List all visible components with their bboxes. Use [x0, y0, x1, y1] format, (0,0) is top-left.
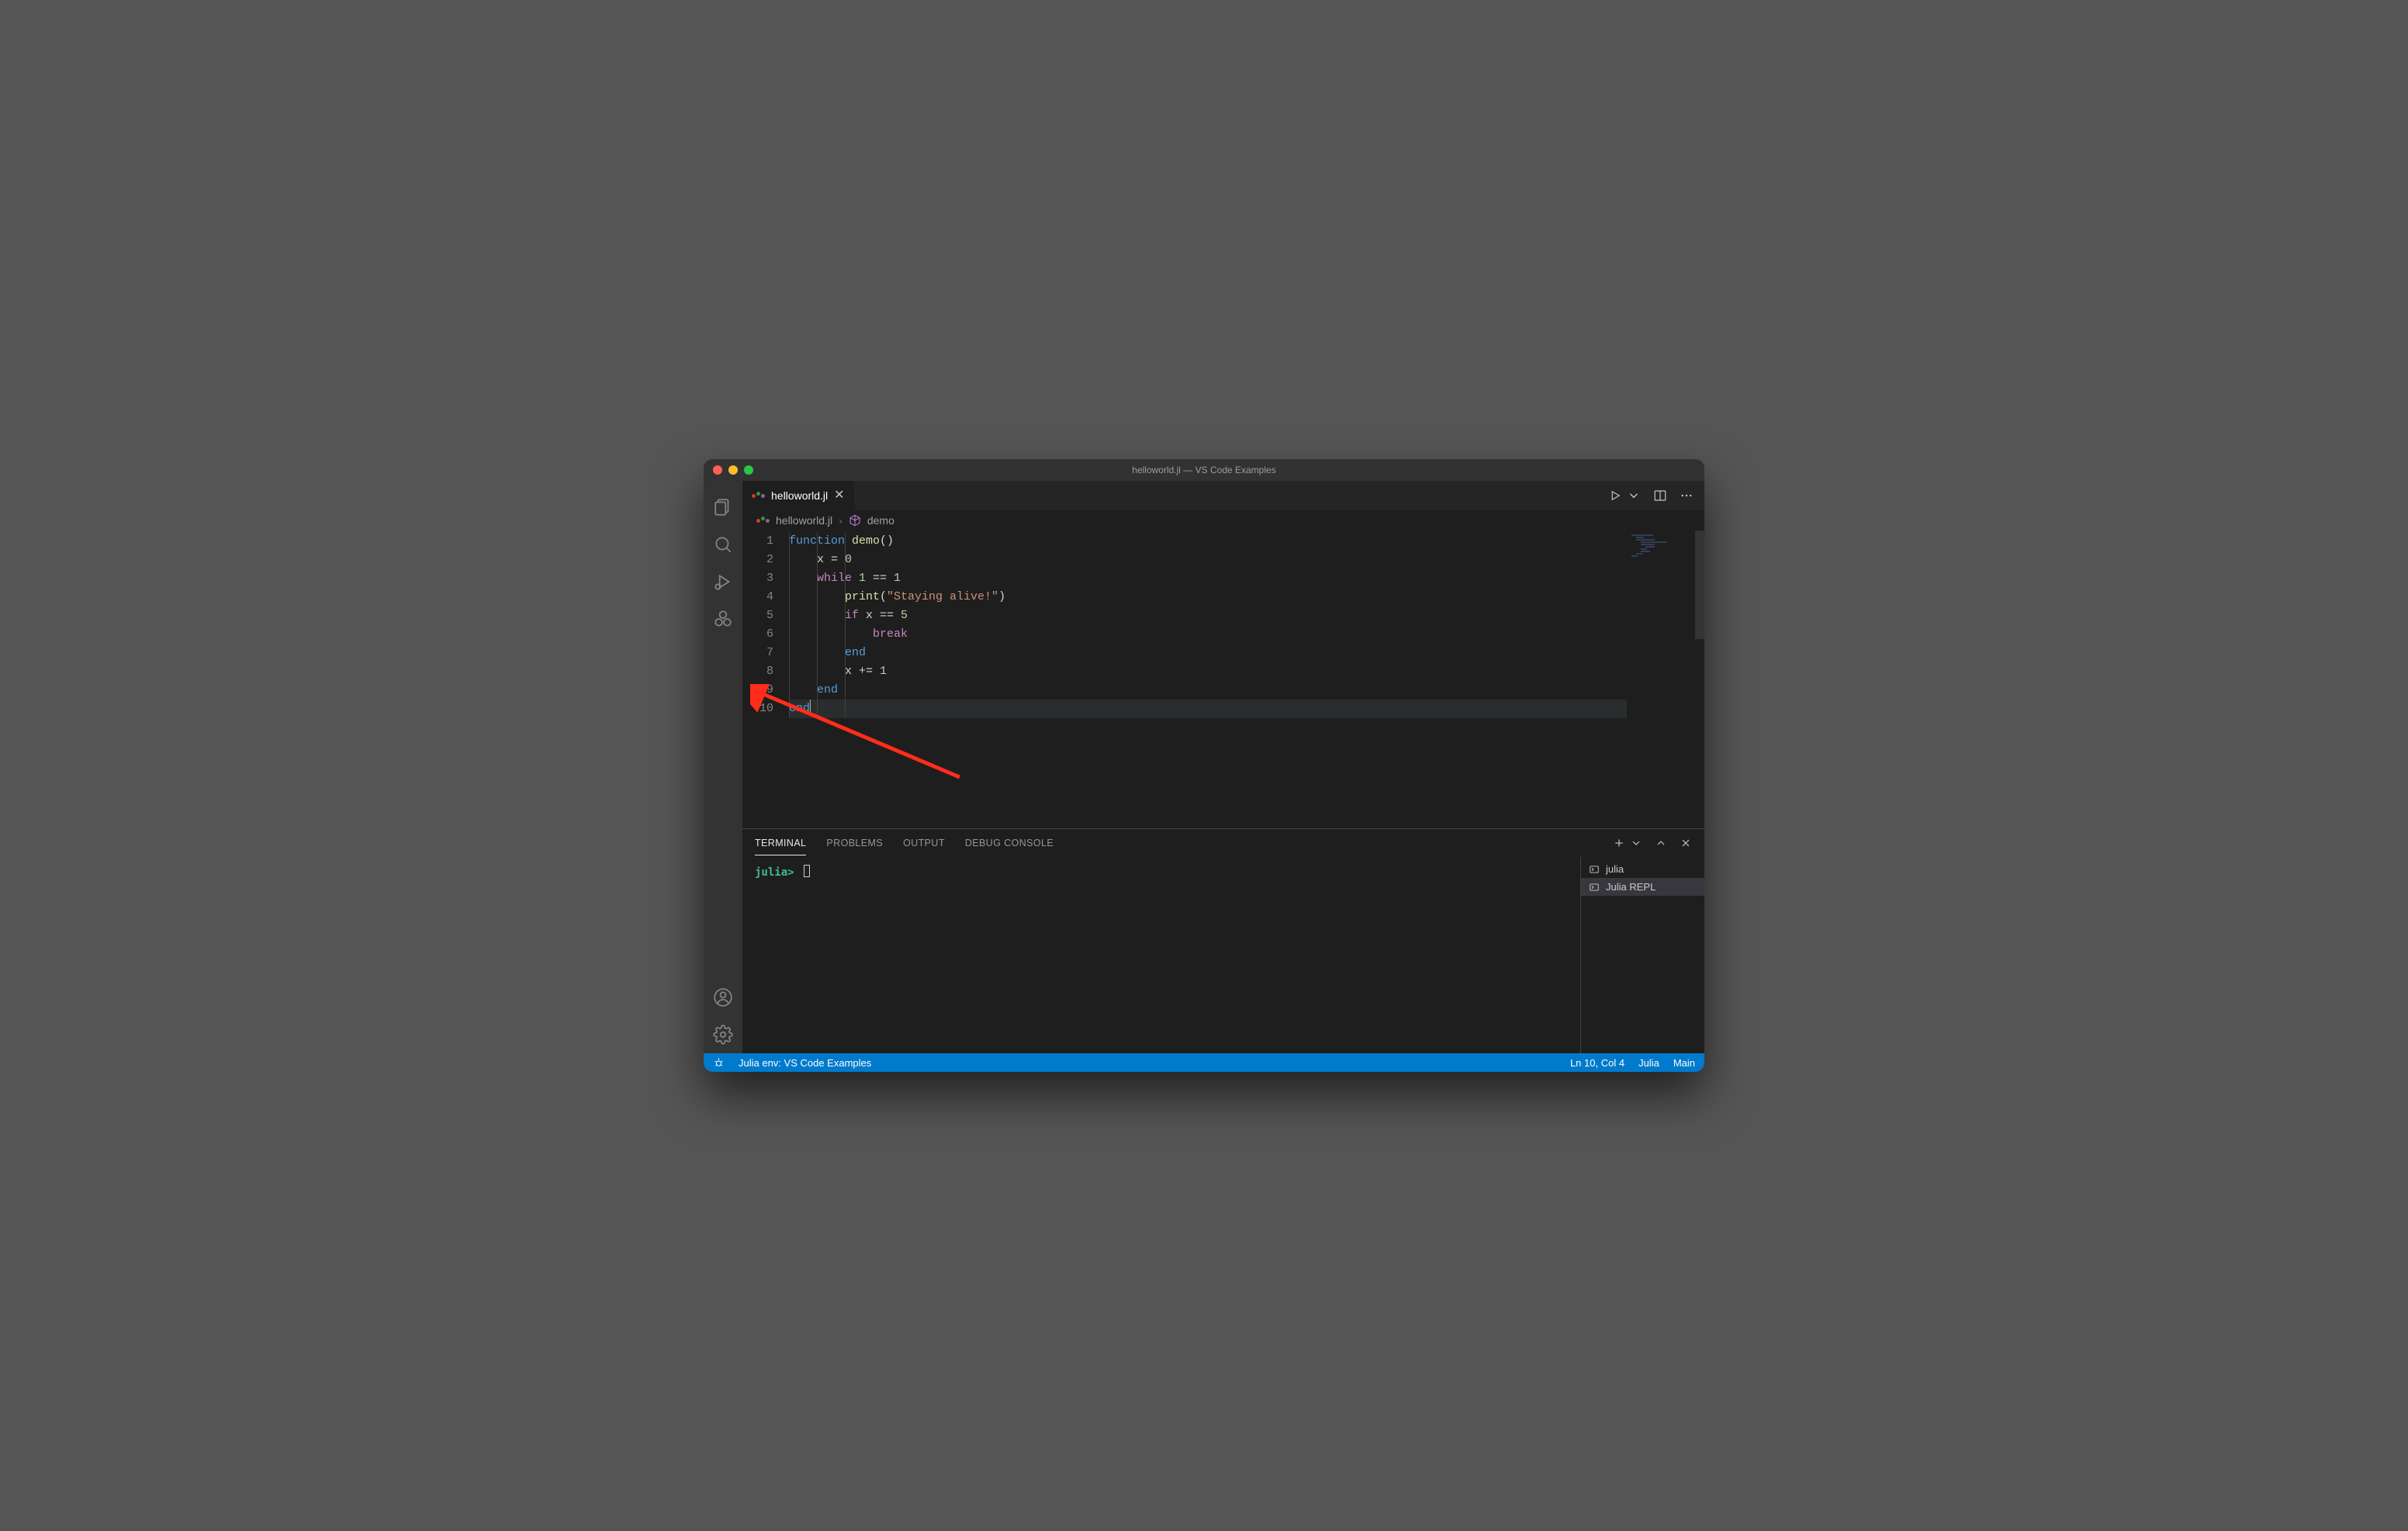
- activity-bar: [704, 481, 742, 1053]
- line-number-gutter: 12345678910: [742, 532, 789, 828]
- line-number: 8: [742, 662, 773, 681]
- window-title: helloworld.jl — VS Code Examples: [704, 465, 1704, 475]
- explorer-icon[interactable]: [704, 489, 742, 526]
- panel-tab-terminal[interactable]: TERMINAL: [755, 831, 806, 855]
- status-bar: Julia env: VS Code Examples Ln 10, Col 4…: [704, 1053, 1704, 1072]
- more-actions-icon[interactable]: [1680, 489, 1694, 503]
- new-terminal-icon[interactable]: [1613, 837, 1625, 849]
- julia-file-icon: [752, 494, 765, 498]
- status-debug-icon[interactable]: [713, 1057, 725, 1069]
- tab-filename: helloworld.jl: [771, 489, 828, 502]
- terminal-dropdown-icon[interactable]: [1630, 837, 1642, 849]
- code-line[interactable]: function demo(): [789, 532, 1627, 551]
- minimap[interactable]: [1627, 530, 1704, 828]
- run-debug-icon[interactable]: [704, 563, 742, 600]
- panel-tab-debug-console[interactable]: DEBUG CONSOLE: [965, 831, 1054, 855]
- tab-close-icon[interactable]: ✕: [834, 489, 844, 502]
- minimap-viewport[interactable]: [1695, 530, 1704, 639]
- terminal-list-item-julia-repl[interactable]: Julia REPL: [1581, 878, 1704, 896]
- status-git-branch[interactable]: Main: [1673, 1057, 1695, 1069]
- code-line[interactable]: x += 1: [789, 662, 1627, 681]
- code-area[interactable]: function demo()x = 0while 1 == 1print("S…: [789, 532, 1627, 828]
- run-file-icon[interactable]: [1608, 489, 1622, 503]
- vscode-window: helloworld.jl — VS Code Examples: [704, 459, 1704, 1072]
- split-editor-icon[interactable]: [1653, 489, 1667, 503]
- breadcrumb-symbol: demo: [867, 514, 894, 527]
- code-line[interactable]: print("Staying alive!"): [789, 588, 1627, 607]
- window-minimize-button[interactable]: [728, 465, 738, 475]
- line-number: 1: [742, 532, 773, 551]
- window-maximize-button[interactable]: [744, 465, 753, 475]
- line-number: 10: [742, 700, 773, 718]
- breadcrumb-file: helloworld.jl: [776, 514, 832, 527]
- code-line[interactable]: end: [789, 700, 1627, 718]
- chevron-right-icon: ›: [839, 514, 842, 527]
- line-number: 9: [742, 681, 773, 700]
- panel-close-icon[interactable]: [1680, 837, 1692, 849]
- terminal-cursor: [804, 865, 810, 877]
- line-number: 4: [742, 588, 773, 607]
- accounts-icon[interactable]: [704, 979, 742, 1016]
- editor-tabbar: helloworld.jl ✕: [742, 481, 1704, 510]
- bottom-panel: TERMINAL PROBLEMS OUTPUT DEBUG CONSOLE: [742, 828, 1704, 1053]
- julia-file-icon: [756, 519, 770, 523]
- panel-maximize-icon[interactable]: [1655, 837, 1667, 849]
- status-julia-env[interactable]: Julia env: VS Code Examples: [739, 1057, 871, 1069]
- editor-cursor: [810, 700, 811, 714]
- code-line[interactable]: x = 0: [789, 551, 1627, 569]
- run-dropdown-icon[interactable]: [1627, 489, 1641, 503]
- code-line[interactable]: break: [789, 625, 1627, 644]
- terminal-list-item-julia[interactable]: julia: [1581, 860, 1704, 878]
- terminal-prompt: julia>: [755, 866, 794, 879]
- status-language-mode[interactable]: Julia: [1638, 1057, 1659, 1069]
- editor-tab-helloworld[interactable]: helloworld.jl ✕: [742, 481, 855, 510]
- breadcrumb[interactable]: helloworld.jl › demo: [742, 510, 1704, 530]
- panel-tab-problems[interactable]: PROBLEMS: [826, 831, 883, 855]
- titlebar: helloworld.jl — VS Code Examples: [704, 459, 1704, 481]
- code-line[interactable]: end: [789, 644, 1627, 662]
- julia-workspace-icon[interactable]: [704, 600, 742, 638]
- line-number: 7: [742, 644, 773, 662]
- terminal[interactable]: julia>: [742, 857, 1580, 1053]
- line-number: 6: [742, 625, 773, 644]
- status-cursor-position[interactable]: Ln 10, Col 4: [1570, 1057, 1624, 1069]
- symbol-module-icon: [849, 514, 861, 527]
- line-number: 2: [742, 551, 773, 569]
- line-number: 3: [742, 569, 773, 588]
- code-line[interactable]: end: [789, 681, 1627, 700]
- code-line[interactable]: while 1 == 1: [789, 569, 1627, 588]
- code-editor[interactable]: 12345678910 function demo()x = 0while 1 …: [742, 530, 1627, 828]
- line-number: 5: [742, 607, 773, 625]
- settings-gear-icon[interactable]: [704, 1016, 742, 1053]
- code-line[interactable]: if x == 5: [789, 607, 1627, 625]
- terminal-list: julia Julia REPL: [1580, 857, 1704, 1053]
- panel-tab-output[interactable]: OUTPUT: [903, 831, 945, 855]
- window-close-button[interactable]: [713, 465, 722, 475]
- search-icon[interactable]: [704, 526, 742, 563]
